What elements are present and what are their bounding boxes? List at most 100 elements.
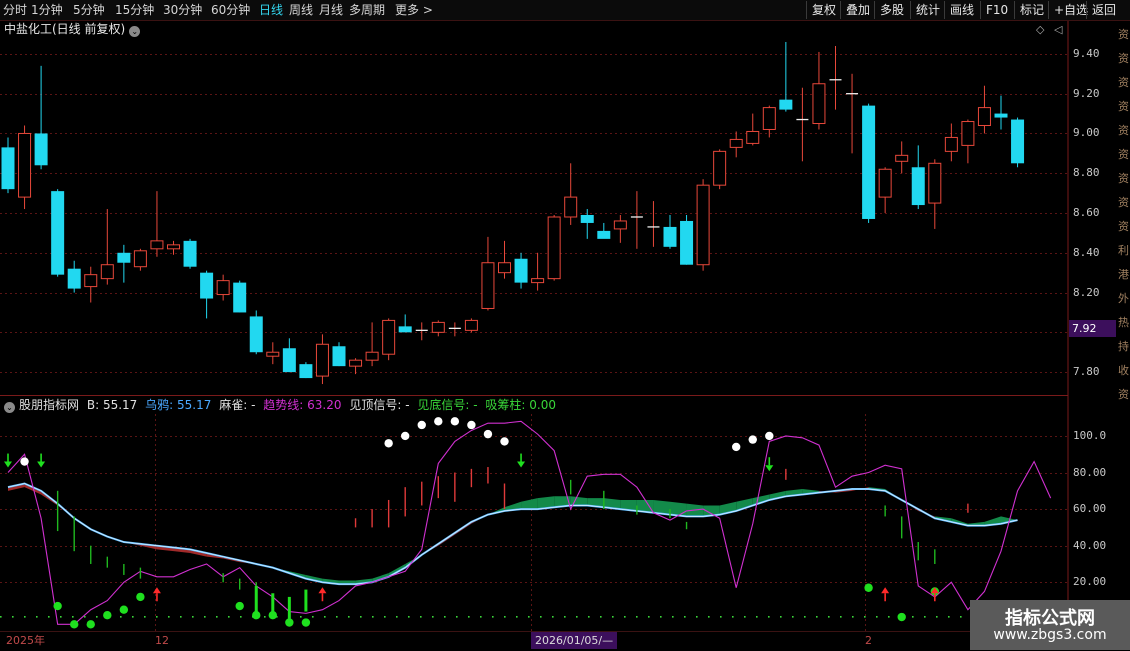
- top-signal-label: 见顶信号:: [349, 398, 402, 412]
- candle-down: [67, 268, 81, 289]
- side-char: 资: [1118, 52, 1129, 65]
- candle-down: [597, 230, 611, 239]
- candle-down: [580, 215, 594, 223]
- side-char: 资: [1118, 388, 1129, 401]
- trend-label: 趋势线:: [263, 398, 304, 412]
- candle-up: [464, 319, 478, 331]
- kline-chart[interactable]: [0, 0, 1130, 650]
- side-char: 热: [1118, 316, 1129, 329]
- bottom-signal-dot: [119, 605, 129, 614]
- up-arrow-icon: [318, 587, 327, 594]
- candle-down: [200, 272, 214, 299]
- absorb-label: 吸筹柱:: [485, 398, 526, 412]
- candle-up: [498, 262, 511, 274]
- top-signal-dot: [483, 429, 493, 439]
- top-signal-dot: [732, 442, 741, 452]
- band-segment: [521, 498, 538, 510]
- candle-up: [167, 244, 180, 250]
- bottom-signal-dot: [864, 583, 873, 592]
- candle-down: [282, 348, 296, 373]
- candle-up: [84, 274, 98, 288]
- candle-down: [183, 240, 197, 267]
- candle-up: [977, 107, 991, 127]
- bottom-signal-label: 见底信号:: [417, 398, 470, 412]
- candle-up: [365, 351, 379, 361]
- bottom-signal-dot: [136, 592, 145, 602]
- side-char: 资: [1118, 148, 1129, 161]
- trend-value: 63.20: [307, 398, 342, 412]
- candle-down: [911, 167, 925, 206]
- bottom-signal-dot: [103, 610, 112, 620]
- side-char: 资: [1118, 172, 1129, 185]
- top-signal-dot: [401, 431, 410, 441]
- candle-up: [216, 280, 230, 296]
- top-signal-dot: [500, 437, 509, 446]
- top-signal-dot: [384, 439, 393, 448]
- candle-up: [895, 154, 909, 162]
- candle-down: [663, 226, 677, 247]
- candle-up: [547, 216, 561, 280]
- candle-up: [878, 168, 892, 198]
- up-arrow-icon: [881, 587, 890, 594]
- candle-up: [100, 264, 114, 280]
- candle-up: [812, 83, 826, 125]
- top-signal-dot: [765, 431, 774, 441]
- down-arrow-icon: [37, 461, 46, 468]
- candle-up: [150, 240, 164, 250]
- bottom-signal-value: -: [473, 398, 478, 412]
- candle-up: [713, 150, 727, 186]
- maque-label: 麻雀:: [219, 398, 248, 412]
- side-char: 利: [1118, 244, 1129, 257]
- candle-up: [961, 121, 975, 146]
- bottom-signal-dot: [235, 601, 244, 611]
- down-arrow-icon: [4, 461, 12, 468]
- candle-down: [1011, 119, 1025, 164]
- indicator-title: ⌄ 股朋指标网 B: 55.17 乌鸦: 55.17 麻雀: - 趋势线: 63.…: [4, 398, 556, 413]
- candle-up: [564, 196, 578, 218]
- down-arrow-icon: [765, 465, 774, 472]
- candle-down: [332, 346, 346, 367]
- wuya-line: [7, 482, 1018, 586]
- chevron-down-icon[interactable]: ⌄: [4, 402, 15, 413]
- candle-up: [944, 136, 958, 152]
- indicator-tick-label: 20.00: [1073, 575, 1107, 589]
- b-label: B:: [86, 398, 100, 412]
- bottom-signal-dot: [285, 618, 294, 627]
- indicator-tick-label: 40.00: [1073, 538, 1107, 552]
- candle-up: [266, 351, 280, 357]
- candle-down: [117, 252, 131, 263]
- side-char: 港: [1118, 268, 1129, 281]
- indicator-tick-label: 60.00: [1073, 502, 1107, 516]
- candle-up: [481, 262, 495, 309]
- date-cursor-label: 2026/01/05/—: [531, 632, 618, 649]
- trend-line: [7, 420, 1052, 625]
- top-signal-dot: [450, 417, 460, 426]
- wuya-label: 乌鸦:: [145, 398, 174, 412]
- bottom-signal-dot: [70, 620, 79, 629]
- side-char: 资: [1118, 196, 1129, 209]
- candle-up: [382, 319, 396, 355]
- watermark: 指标公式网 www.zbgs3.com: [970, 600, 1130, 650]
- top-signal-dot: [20, 457, 29, 466]
- bottom-signal-dot: [53, 601, 62, 611]
- candle-up: [928, 162, 942, 204]
- candle-down: [299, 364, 313, 379]
- indicator-tick-label: 100.0: [1073, 428, 1107, 442]
- down-arrow-icon: [517, 461, 526, 468]
- date-label-month: 12: [155, 634, 169, 647]
- date-label-year: 2025年: [6, 634, 45, 647]
- candle-up: [531, 278, 545, 284]
- candle-down: [779, 99, 793, 110]
- side-char: 资: [1118, 220, 1129, 233]
- watermark-url: www.zbgs3.com: [993, 627, 1107, 643]
- side-char: 持: [1118, 340, 1129, 353]
- candle-down: [514, 258, 528, 283]
- top-signal-dot: [467, 420, 476, 430]
- up-arrow-icon: [152, 587, 161, 594]
- candle-up: [613, 220, 627, 230]
- bottom-signal-dot: [86, 620, 95, 629]
- candle-up: [762, 107, 776, 130]
- candle-down: [34, 133, 48, 166]
- bottom-signal-dot: [897, 612, 906, 622]
- candle-down: [862, 105, 876, 219]
